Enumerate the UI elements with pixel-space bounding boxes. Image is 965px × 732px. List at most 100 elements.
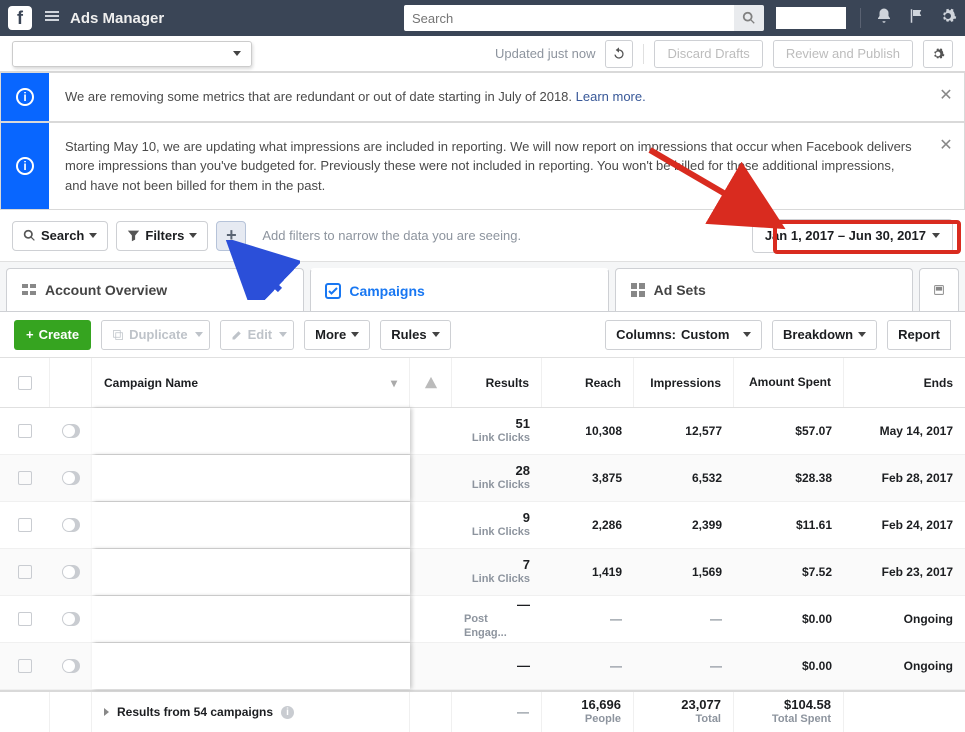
table-row[interactable]: —Post Engag...——$0.00Ongoing: [0, 596, 965, 643]
row-ends: Ongoing: [904, 659, 953, 673]
global-search-input[interactable]: [404, 5, 734, 31]
edit-dropdown[interactable]: [273, 320, 294, 350]
row-checkbox[interactable]: [18, 565, 32, 579]
table-row[interactable]: ———$0.00Ongoing: [0, 643, 965, 690]
table-row[interactable]: 28Link Clicks3,8756,532$28.38Feb 28, 201…: [0, 455, 965, 502]
row-results: 28: [516, 463, 530, 479]
footer-reach: 16,696: [581, 697, 621, 712]
tab-ad-sets[interactable]: Ad Sets: [615, 268, 913, 311]
row-reach: —: [610, 659, 622, 673]
updated-status: Updated just now: [495, 46, 595, 61]
column-campaign-name[interactable]: Campaign Name▾: [92, 358, 410, 407]
close-icon[interactable]: ✕: [928, 73, 964, 105]
row-toggle[interactable]: [62, 424, 80, 438]
chevron-down-icon: [432, 332, 440, 337]
account-name-placeholder[interactable]: [776, 7, 846, 29]
row-toggle[interactable]: [62, 565, 80, 579]
account-selector[interactable]: [12, 41, 252, 67]
tab-account-overview[interactable]: Account Overview: [6, 268, 304, 311]
row-checkbox[interactable]: [18, 612, 32, 626]
learn-more-link[interactable]: Learn more.: [576, 89, 646, 104]
campaign-name-cell[interactable]: [92, 502, 410, 548]
row-results-sub: Link Clicks: [472, 432, 530, 446]
row-toggle[interactable]: [62, 518, 80, 532]
chevron-down-icon: [743, 332, 751, 337]
column-amount-spent[interactable]: Amount Spent: [734, 358, 844, 407]
row-ends: Feb 24, 2017: [882, 518, 953, 532]
footer-amount: $104.58: [784, 697, 831, 712]
row-results-sub: Post Engag...: [464, 613, 530, 641]
breakdown-button[interactable]: Breakdown: [772, 320, 877, 350]
report-button[interactable]: Report: [887, 320, 951, 350]
column-warning[interactable]: [410, 358, 452, 407]
row-reach: 1,419: [592, 565, 622, 579]
row-checkbox[interactable]: [18, 659, 32, 673]
column-impressions[interactable]: Impressions: [634, 358, 734, 407]
row-impressions: 2,399: [692, 518, 722, 532]
row-toggle[interactable]: [62, 659, 80, 673]
campaign-name-cell[interactable]: [92, 596, 410, 642]
table-row[interactable]: 7Link Clicks1,4191,569$7.52Feb 23, 2017: [0, 549, 965, 596]
filters-button[interactable]: Filters: [116, 221, 208, 251]
row-toggle[interactable]: [62, 612, 80, 626]
filter-hint: Add filters to narrow the data you are s…: [262, 228, 521, 243]
campaign-name-cell[interactable]: [92, 455, 410, 501]
footer-label: Results from 54 campaigns: [117, 705, 273, 719]
global-search-button[interactable]: [734, 5, 764, 31]
row-amount: $0.00: [802, 612, 832, 626]
refresh-button[interactable]: [605, 40, 633, 68]
close-icon[interactable]: ✕: [928, 123, 964, 155]
view-tabs: Account Overview Campaigns Ad Sets: [0, 262, 965, 312]
columns-button[interactable]: Columns: Custom: [605, 320, 762, 350]
create-button[interactable]: +Create: [14, 320, 91, 350]
duplicate-button[interactable]: Duplicate: [101, 320, 199, 350]
row-checkbox[interactable]: [18, 518, 32, 532]
row-amount: $57.07: [795, 424, 832, 438]
facebook-logo[interactable]: f: [8, 6, 32, 30]
campaign-name-cell[interactable]: [92, 549, 410, 595]
filters-label: Filters: [145, 228, 184, 243]
tab-label: Ad Sets: [654, 282, 706, 298]
chevron-down-icon: [89, 233, 97, 238]
tab-ads[interactable]: [919, 268, 959, 311]
row-amount: $28.38: [795, 471, 832, 485]
chevron-down-icon: [351, 332, 359, 337]
campaign-name-cell[interactable]: [92, 408, 410, 454]
bell-icon[interactable]: [875, 7, 893, 30]
sort-icon: ▾: [391, 376, 397, 390]
duplicate-dropdown[interactable]: [189, 320, 210, 350]
discard-drafts-button[interactable]: Discard Drafts: [654, 40, 762, 68]
settings-gear-icon[interactable]: [939, 7, 957, 30]
row-checkbox[interactable]: [18, 424, 32, 438]
action-toolbar: +Create Duplicate Edit More Rules Column…: [0, 312, 965, 358]
flag-icon[interactable]: [907, 7, 925, 30]
chevron-down-icon: [189, 233, 197, 238]
account-bar: Updated just now Discard Drafts Review a…: [0, 36, 965, 72]
chevron-right-icon[interactable]: [104, 708, 109, 716]
page-title: Ads Manager: [70, 10, 164, 27]
chevron-down-icon: [279, 332, 287, 337]
row-impressions: —: [710, 659, 722, 673]
info-icon[interactable]: i: [281, 706, 294, 719]
hamburger-icon[interactable]: [44, 8, 60, 29]
chevron-down-icon: [932, 233, 940, 238]
column-ends[interactable]: Ends: [844, 358, 965, 407]
row-checkbox[interactable]: [18, 471, 32, 485]
settings-button[interactable]: [923, 40, 953, 68]
search-filter-button[interactable]: Search: [12, 221, 108, 251]
table-row[interactable]: 9Link Clicks2,2862,399$11.61Feb 24, 2017: [0, 502, 965, 549]
campaign-name-cell[interactable]: [92, 643, 410, 689]
select-all-checkbox[interactable]: [18, 376, 32, 390]
row-results: —: [517, 658, 530, 674]
tab-campaigns[interactable]: Campaigns: [310, 268, 608, 311]
column-reach[interactable]: Reach: [542, 358, 634, 407]
table-row[interactable]: 51Link Clicks10,30812,577$57.07May 14, 2…: [0, 408, 965, 455]
rules-button[interactable]: Rules: [380, 320, 450, 350]
add-filter-button[interactable]: +: [216, 221, 246, 251]
review-publish-button[interactable]: Review and Publish: [773, 40, 913, 68]
date-range-selector[interactable]: Jan 1, 2017 – Jun 30, 2017: [752, 219, 953, 253]
row-toggle[interactable]: [62, 471, 80, 485]
row-ends: May 14, 2017: [880, 424, 953, 438]
column-results[interactable]: Results: [452, 358, 542, 407]
more-button[interactable]: More: [304, 320, 370, 350]
